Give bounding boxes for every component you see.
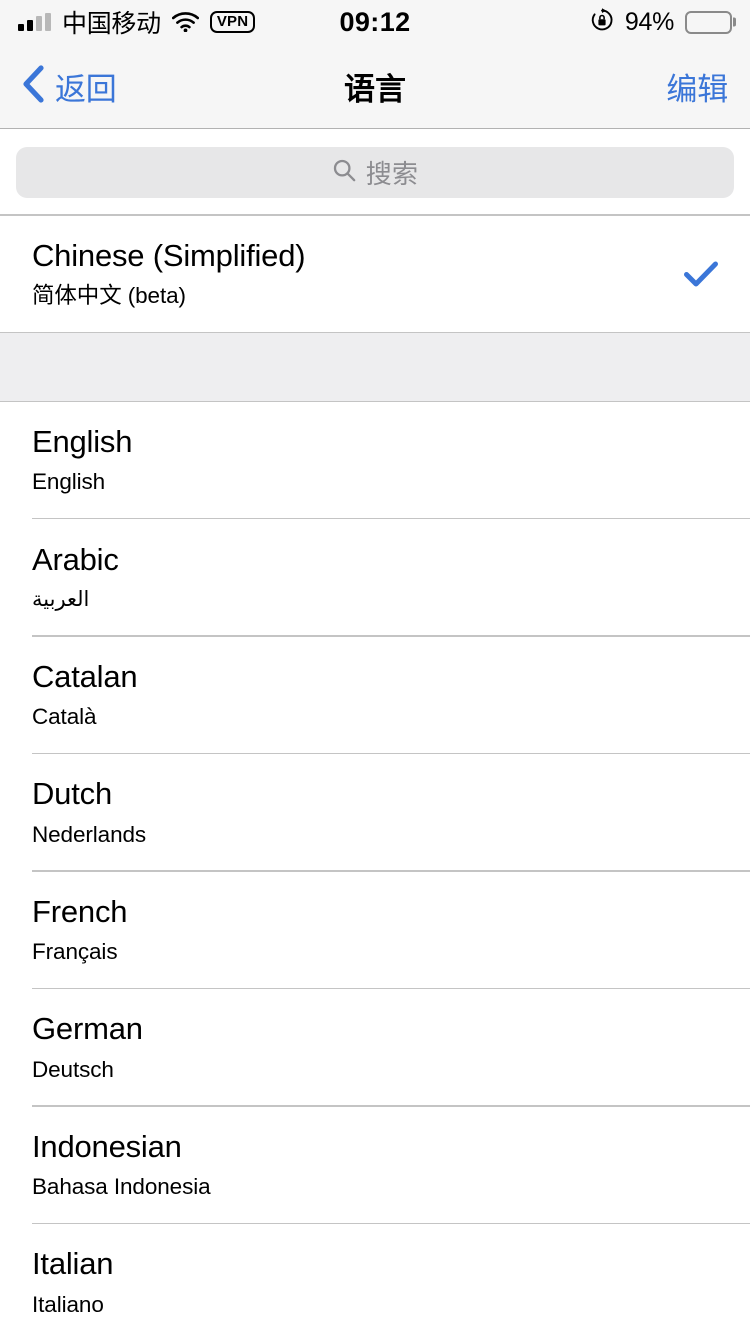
table-row[interactable]: French Français — [0, 871, 750, 988]
language-native-name: English — [32, 469, 106, 495]
selected-language-section: Chinese (Simplified) 简体中文 (beta) — [0, 215, 750, 332]
table-row[interactable]: English English — [0, 401, 750, 518]
language-name: Catalan — [32, 658, 138, 694]
row-text: Catalan Català — [32, 659, 684, 731]
language-name: Italian — [32, 1246, 114, 1282]
battery-percent-label: 94% — [624, 7, 674, 36]
language-native-name: Italiano — [32, 1291, 104, 1317]
language-name: Indonesian — [32, 1128, 182, 1164]
table-row[interactable]: Arabic العربية — [0, 519, 750, 635]
status-bar-right: 94% — [590, 8, 732, 37]
row-text: Arabic العربية — [32, 542, 684, 612]
language-native-name: Deutsch — [32, 1056, 114, 1082]
row-text: Indonesian Bahasa Indonesia — [32, 1129, 684, 1201]
language-native-name: Nederlands — [32, 821, 147, 847]
row-text: German Deutsch — [32, 1011, 684, 1083]
language-name: English — [32, 423, 133, 459]
language-native-name: 简体中文 (beta) — [32, 283, 186, 309]
language-native-name: Français — [32, 939, 118, 965]
row-text: Italian Italiano — [32, 1246, 684, 1318]
page-title: 语言 — [344, 71, 406, 107]
row-text: French Français — [32, 894, 684, 966]
row-text: Dutch Nederlands — [32, 776, 684, 848]
table-row[interactable]: German Deutsch — [0, 989, 750, 1105]
search-icon — [332, 158, 357, 188]
search-bar-container: 搜索 — [0, 129, 750, 214]
rotation-lock-icon — [590, 7, 614, 37]
language-name: Chinese (Simplified) — [32, 237, 306, 273]
language-name: Dutch — [32, 776, 112, 812]
table-row[interactable]: Italian Italiano — [0, 1224, 750, 1334]
language-name: German — [32, 1011, 143, 1047]
language-native-name: Bahasa Indonesia — [32, 1174, 211, 1200]
table-row[interactable]: Indonesian Bahasa Indonesia — [0, 1106, 750, 1223]
row-text: English English — [32, 424, 684, 496]
language-native-name: العربية — [32, 587, 90, 611]
table-row[interactable]: Dutch Nederlands — [0, 754, 750, 870]
checkmark-icon — [684, 261, 718, 287]
search-placeholder: 搜索 — [365, 159, 419, 189]
status-bar: 中国移动 VPN 09:12 94% — [0, 0, 750, 44]
row-text: Chinese (Simplified) 简体中文 (beta) — [32, 238, 684, 310]
language-name: French — [32, 893, 128, 929]
navigation-bar: 返回 语言 编辑 — [0, 44, 750, 129]
battery-icon — [685, 10, 732, 34]
edit-button[interactable]: 编辑 — [666, 64, 728, 109]
table-row[interactable]: Chinese (Simplified) 简体中文 (beta) — [0, 215, 750, 332]
language-name: Arabic — [32, 541, 119, 577]
search-input[interactable]: 搜索 — [16, 147, 734, 198]
language-list: English English Arabic العربية Catalan Català… — [0, 401, 750, 1334]
table-row[interactable]: Catalan Català — [0, 636, 750, 753]
section-separator — [0, 331, 750, 402]
language-native-name: Català — [32, 704, 97, 730]
